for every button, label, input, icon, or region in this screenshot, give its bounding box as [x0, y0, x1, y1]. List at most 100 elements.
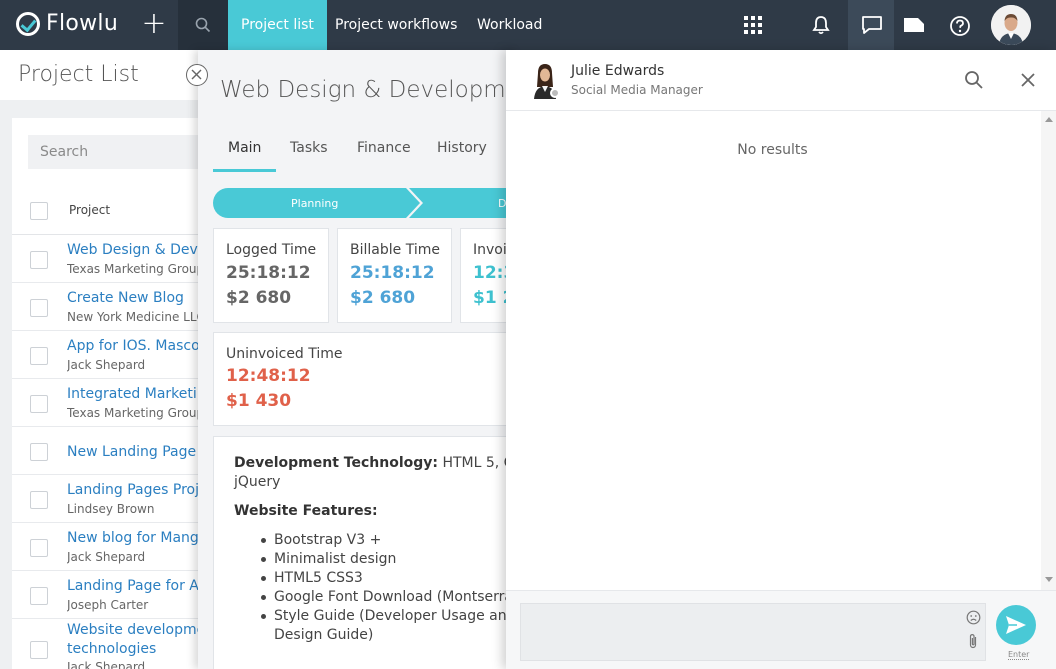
row-checkbox[interactable] — [30, 443, 48, 461]
project-client: Jack Shepard — [67, 550, 146, 564]
tech-label: Development Technology: — [234, 455, 438, 471]
project-title-link[interactable]: Landing Page for App — [67, 578, 202, 594]
chat-search-icon[interactable] — [964, 70, 984, 90]
column-header-project: Project — [69, 203, 111, 217]
tab-tasks[interactable]: Tasks — [290, 140, 328, 156]
nav-workload[interactable]: Workload — [464, 0, 555, 50]
user-avatar[interactable] — [991, 5, 1031, 45]
page-title: Project List — [18, 62, 139, 87]
row-checkbox[interactable] — [30, 299, 48, 317]
project-detail-panel: Web Design & Development Main Tasks Fina… — [198, 50, 518, 669]
project-client: Jack Shepard — [67, 358, 146, 372]
tag-icon — [904, 18, 924, 32]
bell-icon — [812, 16, 830, 35]
nav-project-workflows[interactable]: Project workflows — [322, 0, 470, 50]
project-client: Texas Marketing Group — [67, 262, 202, 276]
tags-button[interactable] — [890, 0, 936, 50]
top-bar: Flowlu + Project list Project workflows … — [0, 0, 1056, 50]
project-title-link[interactable]: Integrated Marketing — [67, 386, 202, 402]
contact-name[interactable]: Julie Edwards — [571, 63, 664, 79]
row-checkbox[interactable] — [30, 641, 48, 659]
global-search-button[interactable] — [178, 0, 228, 50]
project-title-link-cont[interactable]: technologies — [67, 641, 202, 657]
user-photo-icon — [991, 5, 1031, 45]
scroll-down-icon[interactable] — [1045, 577, 1053, 582]
project-client: Jack Shepard — [67, 660, 146, 669]
project-client: New York Medicine LLC — [67, 310, 202, 324]
add-new-button[interactable]: + — [140, 7, 168, 41]
chat-panel: Julie Edwards Social Media Manager No re… — [506, 50, 1056, 669]
row-checkbox[interactable] — [30, 347, 48, 365]
tab-history[interactable]: History — [437, 140, 487, 156]
workflow-stage-bar — [213, 188, 518, 218]
attachment-icon[interactable] — [967, 632, 979, 650]
project-title-link[interactable]: New Landing Page Design — [67, 444, 202, 460]
apps-grid-icon — [744, 16, 762, 34]
project-client: Lindsey Brown — [67, 502, 155, 516]
uninvoiced-time-label: Uninvoiced Time — [226, 346, 343, 362]
project-title-link[interactable]: App for IOS. Mascot — [67, 338, 202, 354]
stage-planning[interactable]: Planning — [291, 197, 338, 210]
project-client: Texas Marketing Group — [67, 406, 202, 420]
project-title-link[interactable]: Web Design & Development — [67, 242, 202, 258]
send-button[interactable] — [996, 605, 1036, 645]
project-title-link[interactable]: Website development — [67, 622, 202, 638]
tab-main[interactable]: Main — [228, 140, 261, 156]
logged-time-value: 25:18:12 — [226, 263, 311, 283]
help-button[interactable] — [936, 0, 982, 50]
empty-state-text: No results — [737, 142, 808, 158]
bullet-icon — [261, 538, 266, 543]
row-checkbox[interactable] — [30, 491, 48, 509]
active-tab-indicator — [213, 169, 276, 172]
scroll-up-icon[interactable] — [1045, 117, 1053, 122]
feature-item: Google Font Download (Montserrat) — [274, 589, 518, 605]
notifications-button[interactable] — [798, 0, 844, 50]
row-checkbox[interactable] — [30, 587, 48, 605]
billable-time-label: Billable Time — [350, 242, 440, 258]
logged-amount-value: $2 680 — [226, 288, 292, 308]
project-title-link[interactable]: New blog for Mango — [67, 530, 202, 546]
features-label: Website Features: — [234, 503, 378, 519]
chat-composer: Enter — [506, 590, 1056, 669]
select-all-checkbox[interactable] — [30, 202, 48, 220]
tab-finance[interactable]: Finance — [357, 140, 411, 156]
row-checkbox[interactable] — [30, 539, 48, 557]
feature-item: Bootstrap V3 + — [274, 532, 382, 548]
project-title: Web Design & Development — [220, 77, 518, 103]
chat-scrollbar[interactable] — [1041, 111, 1056, 590]
nav-project-list[interactable]: Project list — [228, 0, 327, 50]
uninvoiced-time-value: 12:48:12 — [226, 366, 311, 386]
tech-line: Development Technology: HTML 5, CSS 3, — [234, 455, 518, 471]
contact-role: Social Media Manager — [571, 83, 703, 97]
tech-value-cont: jQuery — [234, 474, 281, 490]
project-title-link[interactable]: Create New Blog — [67, 290, 202, 306]
search-icon — [195, 17, 211, 33]
app-logo[interactable]: Flowlu — [16, 11, 118, 36]
feature-item: HTML5 CSS3 — [274, 570, 363, 586]
bullet-icon — [261, 614, 266, 619]
project-client: Joseph Carter — [67, 598, 149, 612]
project-search-input[interactable]: Search — [28, 135, 202, 169]
presence-status-dot — [550, 88, 560, 98]
chat-button[interactable] — [848, 0, 894, 50]
uninvoiced-amount-value: $1 430 — [226, 391, 292, 411]
feature-item: Style Guide (Developer Usage and T — [274, 608, 518, 624]
message-input[interactable] — [520, 603, 986, 661]
help-icon — [950, 16, 970, 36]
close-detail-button[interactable] — [186, 64, 208, 86]
bullet-icon — [261, 576, 266, 581]
bullet-icon — [261, 557, 266, 562]
logged-time-label: Logged Time — [226, 242, 317, 258]
apps-grid-button[interactable] — [730, 0, 776, 50]
emoji-icon[interactable] — [966, 610, 981, 625]
send-icon — [1006, 616, 1026, 634]
bullet-icon — [261, 595, 266, 600]
send-shortcut-hint: Enter — [1008, 650, 1030, 660]
chat-close-icon[interactable] — [1020, 72, 1036, 88]
row-checkbox[interactable] — [30, 251, 48, 269]
billable-amount-value: $2 680 — [350, 288, 416, 308]
logo-text: Flowlu — [46, 11, 119, 36]
chat-bubble-icon — [862, 16, 882, 34]
row-checkbox[interactable] — [30, 395, 48, 413]
project-title-link[interactable]: Landing Pages Project — [67, 482, 202, 498]
